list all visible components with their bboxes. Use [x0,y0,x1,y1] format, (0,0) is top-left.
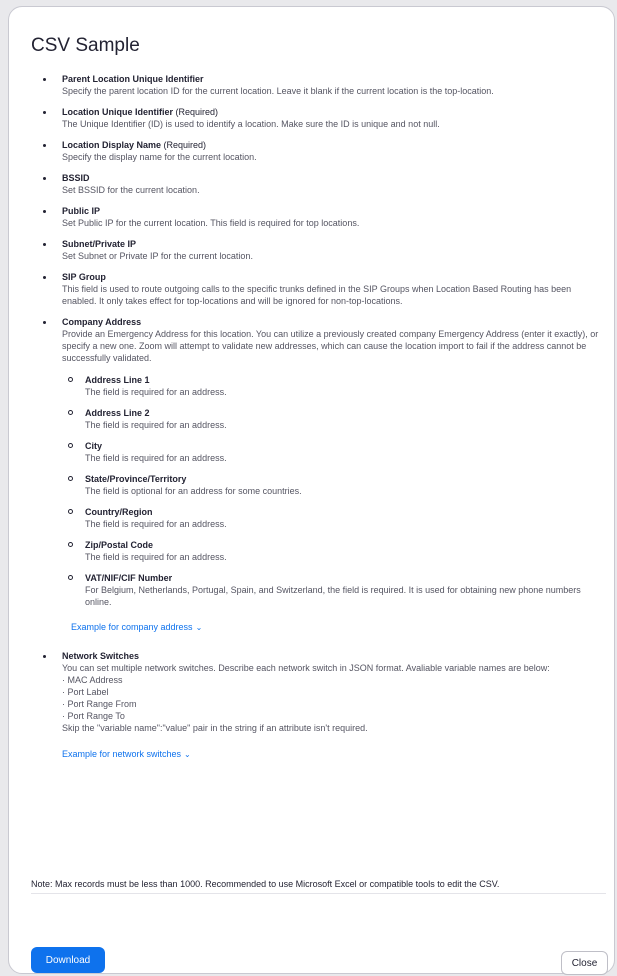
item-description: Set Subnet or Private IP for the current… [62,251,253,261]
list-item-network-switches: Network Switches You can set multiple ne… [31,650,606,762]
item-description: The field is required for an address. [85,519,227,529]
item-description: The Unique Identifier (ID) is used to id… [62,119,440,129]
item-label: Zip/Postal Code [85,540,154,550]
item-label: VAT/NIF/CIF Number [85,573,173,583]
list-item-parent-location-id: Parent Location Unique Identifier Specif… [31,73,606,97]
item-label: Network Switches [62,651,140,661]
chevron-down-icon: ⌄ [195,623,203,632]
skip-note: Skip the "variable name":"value" pair in… [62,723,368,733]
list-item-city: City The field is required for an addres… [62,440,606,464]
item-label: Subnet/Private IP [62,239,137,249]
item-label: State/Province/Territory [85,474,187,484]
variable-port-range-from: · Port Range From [62,699,137,709]
item-description: Set BSSID for the current location. [62,185,200,195]
list-item-public-ip: Public IP Set Public IP for the current … [31,205,606,229]
dialog-content: Parent Location Unique Identifier Specif… [31,73,606,771]
list-item-location-display-name: Location Display Name (Required) Specify… [31,139,606,163]
variable-mac-address: · MAC Address [62,675,123,685]
list-item-vat-number: VAT/NIF/CIF Number For Belgium, Netherla… [62,572,606,608]
list-item-address-line-1: Address Line 1 The field is required for… [62,374,606,398]
item-label: Company Address [62,317,142,327]
variable-port-label: · Port Label [62,687,109,697]
item-description: Specify the display name for the current… [62,152,257,162]
list-item-country-region: Country/Region The field is required for… [62,506,606,530]
item-description: Set Public IP for the current location. … [62,218,360,228]
item-description: Specify the parent location ID for the c… [62,86,494,96]
item-description: The field is required for an address. [85,387,227,397]
list-item-company-address: Company Address Provide an Emergency Add… [31,316,606,635]
item-label: Public IP [62,206,101,216]
item-description: Provide an Emergency Address for this lo… [62,329,599,363]
note-text: Note: Max records must be less than 1000… [31,879,500,889]
item-description: The field is required for an address. [85,420,227,430]
item-description: The field is optional for an address for… [85,486,302,496]
item-label: Address Line 1 [85,375,150,385]
list-item-bssid: BSSID Set BSSID for the current location… [31,172,606,196]
field-list: Parent Location Unique Identifier Specif… [31,73,606,762]
list-item-address-line-2: Address Line 2 The field is required for… [62,407,606,431]
item-description: For Belgium, Netherlands, Portugal, Spai… [85,585,581,607]
item-description: The field is required for an address. [85,453,227,463]
company-address-example-link[interactable]: Example for company address ⌄ [71,621,202,634]
item-label: Location Unique Identifier (Required) [62,107,219,117]
item-label: Country/Region [85,507,153,517]
list-item-zip-postal: Zip/Postal Code The field is required fo… [62,539,606,563]
list-item-state-province: State/Province/Territory The field is op… [62,473,606,497]
close-button[interactable]: Close [561,951,608,975]
item-label: SIP Group [62,272,106,282]
variable-port-range-to: · Port Range To [62,711,125,721]
list-item-location-id: Location Unique Identifier (Required) Th… [31,106,606,130]
address-field-list: Address Line 1 The field is required for… [62,374,606,608]
item-label: Location Display Name (Required) [62,140,207,150]
divider [31,893,606,894]
item-description: The field is required for an address. [85,552,227,562]
item-description: You can set multiple network switches. D… [62,663,550,673]
csv-sample-dialog: CSV Sample Parent Location Unique Identi… [8,6,615,975]
list-item-subnet-private-ip: Subnet/Private IP Set Subnet or Private … [31,238,606,262]
item-label: Parent Location Unique Identifier [62,74,204,84]
download-button[interactable]: Download [31,947,105,973]
item-description: This field is used to route outgoing cal… [62,284,572,306]
item-label: Address Line 2 [85,408,150,418]
list-item-sip-group: SIP Group This field is used to route ou… [31,271,606,307]
chevron-down-icon: ⌄ [184,750,191,759]
dialog-title: CSV Sample [31,35,140,56]
network-switches-example-link[interactable]: Example for network switches ⌄ [62,748,191,761]
item-label: City [85,441,103,451]
item-label: BSSID [62,173,90,183]
